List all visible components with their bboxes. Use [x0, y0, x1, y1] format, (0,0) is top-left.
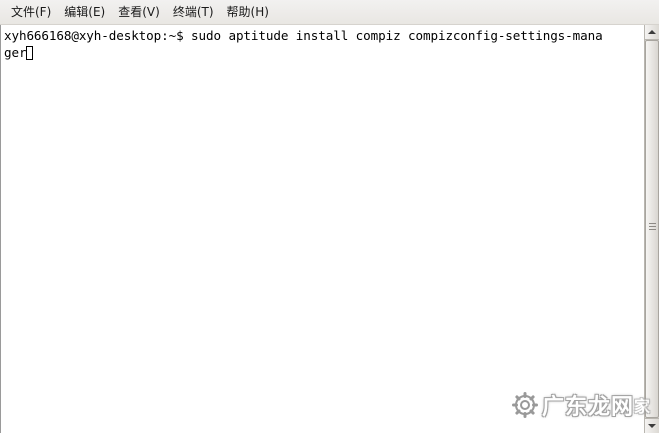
- scrollbar-thumb[interactable]: [645, 40, 659, 418]
- menu-view[interactable]: 查看(V): [113, 0, 165, 25]
- gear-logo-icon: [511, 392, 538, 418]
- terminal-line-text: ger: [4, 45, 27, 60]
- watermark-text: 广东龙网: [541, 395, 634, 420]
- terminal-line: xyh666168@xyh-desktop:~$ sudo aptitude i…: [4, 28, 603, 43]
- terminal-area[interactable]: xyh666168@xyh-desktop:~$ sudo aptitude i…: [0, 25, 644, 433]
- menu-bar: 文件(F) 编辑(E) 查看(V) 终端(T) 帮助(H): [0, 0, 659, 25]
- terminal-line: ger: [4, 44, 34, 62]
- arrow-down-icon: [648, 424, 656, 428]
- scroll-up-button[interactable]: [645, 25, 659, 40]
- menu-file[interactable]: 文件(F): [6, 0, 56, 25]
- grip-line: [649, 229, 656, 230]
- watermark-text-partial: 家: [633, 397, 651, 416]
- grip-line: [649, 223, 656, 224]
- menu-edit[interactable]: 编辑(E): [59, 0, 110, 25]
- menu-help[interactable]: 帮助(H): [222, 0, 274, 25]
- text-cursor: [26, 46, 34, 60]
- menu-terminal[interactable]: 终端(T): [168, 0, 219, 25]
- arrow-up-icon: [648, 30, 656, 34]
- watermark: 广东龙网 家: [511, 389, 651, 421]
- grip-line: [649, 226, 656, 227]
- vertical-scrollbar[interactable]: [644, 25, 659, 433]
